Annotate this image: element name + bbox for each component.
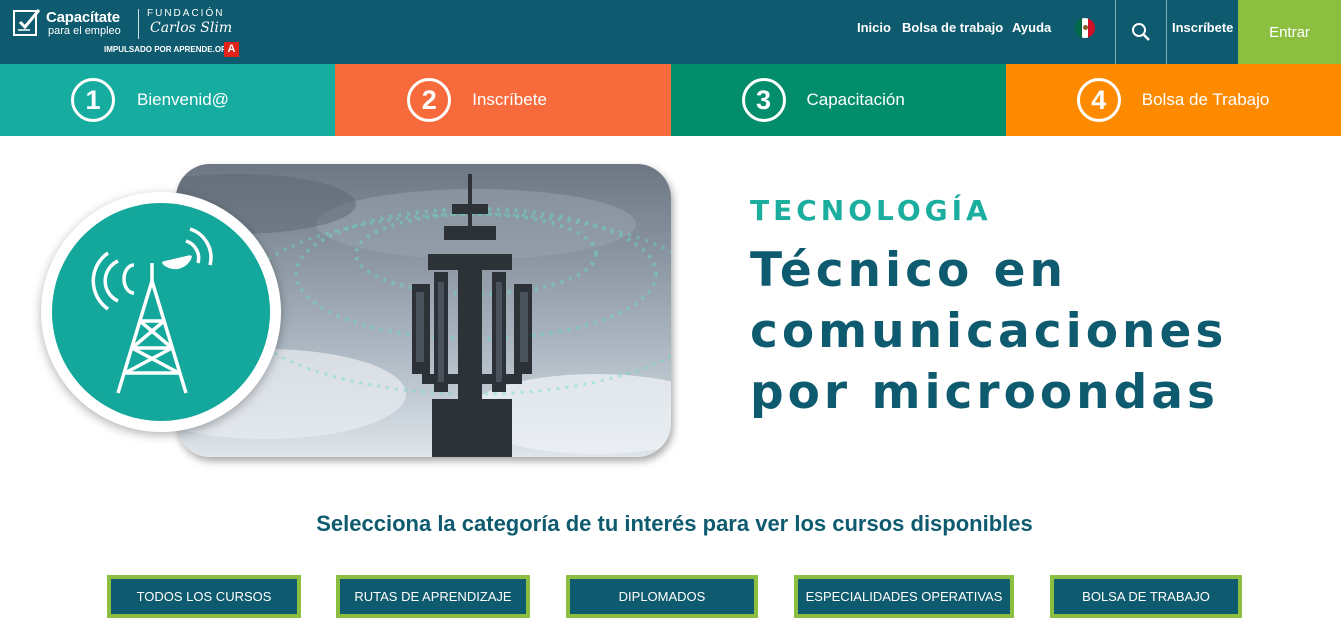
logo-divider: [138, 9, 139, 39]
search-button[interactable]: [1116, 0, 1166, 64]
aprende-badge-icon: A: [224, 42, 239, 57]
top-navigation-bar: Capacítate para el empleo FUNDACIÓN Carl…: [0, 0, 1341, 64]
brand-tagline: para el empleo: [48, 25, 121, 37]
category-rutas-de-aprendizaje-button[interactable]: RUTAS DE APRENDIZAJE: [336, 575, 530, 618]
categories-heading: Selecciona la categoría de tu interés pa…: [316, 511, 1033, 536]
step-bolsa-de-trabajo[interactable]: 4 Bolsa de Trabajo: [1005, 64, 1341, 136]
nav-inscribete[interactable]: Inscríbete: [1172, 20, 1233, 35]
steps-bar: 1 Bienvenid@ 2 Inscríbete 3 Capacitación…: [0, 64, 1341, 136]
nav-divider: [1166, 0, 1167, 64]
step-number: 3: [741, 78, 786, 122]
mexico-flag-icon[interactable]: [1075, 18, 1095, 38]
step-label: Bienvenid@: [137, 90, 229, 109]
brand-name: Capacítate: [46, 9, 120, 26]
category-diplomados-button[interactable]: DIPLOMADOS: [566, 575, 758, 618]
step-capacitacion[interactable]: 3 Capacitación: [670, 64, 1006, 136]
checklist-logo-icon: [13, 9, 41, 36]
step-label: Capacitación: [806, 90, 905, 109]
step-label: Bolsa de Trabajo: [1141, 90, 1270, 109]
step-number: 2: [407, 78, 452, 122]
category-especialidades-operativas-button[interactable]: ESPECIALIDADES OPERATIVAS: [794, 575, 1014, 618]
course-category-label: TECNOLOGÍA: [750, 194, 992, 227]
antenna-tower-icon: [91, 227, 213, 394]
step-label: Inscríbete: [472, 90, 547, 109]
course-title: Técnico en comunicaciones por microondas: [750, 243, 1228, 420]
foundation-label: FUNDACIÓN: [147, 8, 225, 19]
antenna-tower-icon: [52, 203, 270, 421]
category-todos-los-cursos-button[interactable]: TODOS LOS CURSOS: [107, 575, 301, 618]
nav-ayuda[interactable]: Ayuda: [1012, 20, 1051, 35]
nav-inicio[interactable]: Inicio: [857, 20, 891, 35]
step-inscribete[interactable]: 2 Inscríbete: [335, 64, 671, 136]
step-number: 4: [1076, 78, 1121, 122]
search-icon: [1132, 23, 1150, 41]
step-bienvenida[interactable]: 1 Bienvenid@: [0, 64, 336, 136]
site-logo[interactable]: Capacítate para el empleo FUNDACIÓN Carl…: [12, 5, 247, 60]
category-bolsa-de-trabajo-button[interactable]: BOLSA DE TRABAJO: [1050, 575, 1242, 618]
step-number: 1: [71, 78, 115, 122]
powered-by-text: IMPULSADO POR APRENDE.ORG: [104, 45, 234, 54]
login-button[interactable]: Entrar: [1238, 0, 1341, 64]
nav-bolsa-de-trabajo[interactable]: Bolsa de trabajo: [902, 20, 1003, 35]
foundation-name: Carlos Slim: [150, 20, 233, 36]
